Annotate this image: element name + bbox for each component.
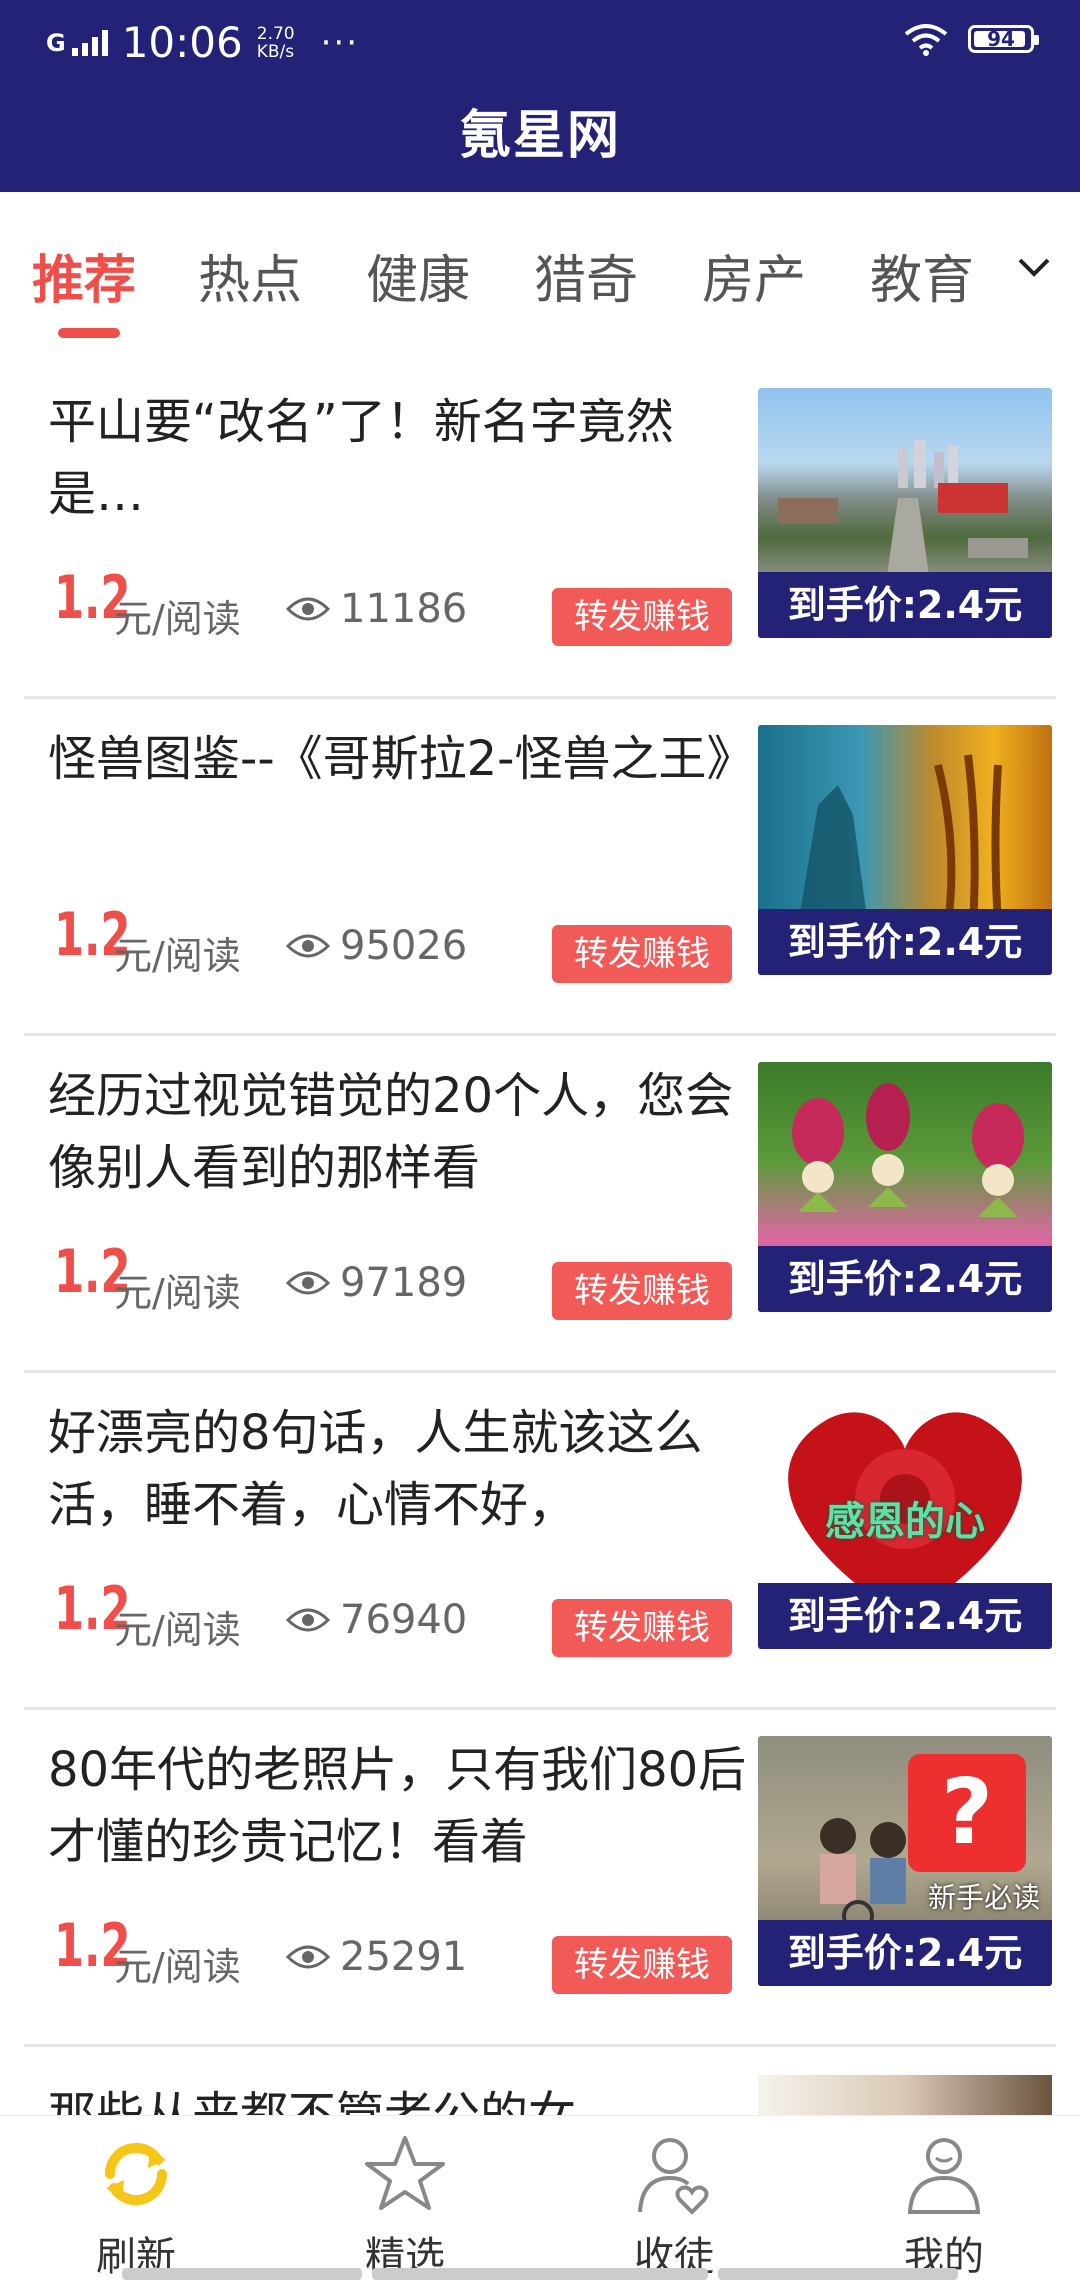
bottom-navigation: 刷新 精选 收徒 我的 <box>0 2115 1080 2281</box>
gesture-bar <box>718 2268 958 2280</box>
share-earn-button[interactable]: 转发赚钱 <box>552 1262 732 1320</box>
clock: 10:06 <box>121 18 243 67</box>
newbie-guide-label[interactable]: 新手必读 <box>928 1876 1040 1916</box>
view-count-value: 76940 <box>340 1597 468 1643</box>
thumbnail-caption: 感恩的心 <box>825 1499 985 1545</box>
tab-hot[interactable]: 热点 <box>198 238 302 313</box>
nav-mine[interactable]: 我的 <box>864 2124 1024 2282</box>
view-count: 25291 <box>286 1934 467 1980</box>
share-earn-button[interactable]: 转发赚钱 <box>552 1936 732 1994</box>
help-badge-icon[interactable]: ? <box>908 1754 1026 1872</box>
user-heart-icon <box>594 2124 754 2224</box>
price-unit: 元/阅读 <box>114 597 241 641</box>
network-speed: 2.70 KB/s <box>257 25 295 61</box>
article-thumbnail[interactable]: 到手价:2.4元 <box>758 725 1052 975</box>
refresh-icon <box>56 2124 216 2224</box>
tab-real-estate[interactable]: 房产 <box>702 238 806 313</box>
share-earn-button[interactable]: 转发赚钱 <box>552 1599 732 1657</box>
tab-education[interactable]: 教育 <box>870 238 974 313</box>
article-thumbnail[interactable]: 感恩的心 到手价:2.4元 <box>758 1399 1052 1649</box>
article-thumbnail[interactable]: ? 新手必读 到手价:2.4元 <box>758 1736 1052 1986</box>
article-title[interactable]: 平山要“改名”了！新名字竟然是… <box>48 386 748 530</box>
star-icon <box>325 2124 485 2224</box>
app-header: 氪星网 <box>0 88 1080 192</box>
share-earn-button[interactable]: 转发赚钱 <box>552 925 732 983</box>
user-icon <box>864 2124 1024 2224</box>
status-bar: G 10:06 2.70 KB/s ··· 94 <box>0 0 1080 88</box>
nav-featured[interactable]: 精选 <box>325 2124 485 2282</box>
signal-icon <box>71 29 108 56</box>
nav-recruit[interactable]: 收徒 <box>594 2124 754 2282</box>
eye-icon <box>286 597 330 621</box>
article-item[interactable]: 好漂亮的8句话，人生就该这么活，睡不着，心情不好， 1.2 元/阅读 76940… <box>24 1373 1056 1710</box>
article-title[interactable]: 80年代的老照片，只有我们80后才懂的珍贵记忆！看着 <box>48 1734 748 1878</box>
net-price-tag: 到手价:2.4元 <box>758 572 1052 638</box>
article-title[interactable]: 好漂亮的8句话，人生就该这么活，睡不着，心情不好， <box>48 1397 748 1541</box>
tab-health[interactable]: 健康 <box>366 238 470 313</box>
net-price-tag: 到手价:2.4元 <box>758 909 1052 975</box>
article-item-partial[interactable]: 那些从来都不管老公的女 <box>24 2075 1056 2115</box>
net-price-tag: 到手价:2.4元 <box>758 1920 1052 1986</box>
price-unit: 元/阅读 <box>114 1271 241 1315</box>
article-item[interactable]: 怪兽图鉴--《哥斯拉2-怪兽之王》 1.2 元/阅读 95026 转发赚钱 到手… <box>24 699 1056 1036</box>
article-thumbnail[interactable]: 到手价:2.4元 <box>758 1062 1052 1312</box>
eye-icon <box>286 1608 330 1632</box>
network-speed-value: 2.70 <box>256 23 295 44</box>
tab-recommend[interactable]: 推荐 <box>32 238 136 313</box>
price-unit: 元/阅读 <box>114 1945 241 1989</box>
article-title[interactable]: 那些从来都不管老公的女 <box>48 2075 576 2115</box>
chevron-down-icon[interactable] <box>1016 256 1052 280</box>
view-count-value: 11186 <box>340 586 468 632</box>
app-title: 氪星网 <box>458 106 621 166</box>
battery-icon: 94 <box>968 25 1039 53</box>
price-unit: 元/阅读 <box>114 934 241 978</box>
more-notifications: ··· <box>320 22 360 63</box>
active-tab-indicator <box>58 328 120 338</box>
status-right: 94 <box>904 22 1039 56</box>
price-unit: 元/阅读 <box>114 1608 241 1652</box>
article-item[interactable]: 经历过视觉错觉的20个人，您会像别人看到的那样看 1.2 元/阅读 97189 … <box>24 1036 1056 1373</box>
gesture-bar <box>122 2268 362 2280</box>
battery-level: 94 <box>987 27 1015 51</box>
gesture-bar <box>372 2268 708 2280</box>
net-price-tag: 到手价:2.4元 <box>758 1583 1052 1649</box>
eye-icon <box>286 934 330 958</box>
status-left: G 10:06 2.70 KB/s ··· <box>46 18 359 67</box>
net-price-tag: 到手价:2.4元 <box>758 1246 1052 1312</box>
view-count-value: 97189 <box>340 1260 468 1306</box>
share-earn-button[interactable]: 转发赚钱 <box>552 588 732 646</box>
article-thumbnail[interactable]: 到手价:2.4元 <box>758 388 1052 638</box>
view-count-value: 25291 <box>340 1934 468 1980</box>
article-thumbnail[interactable] <box>758 2075 1052 2115</box>
network-speed-unit: KB/s <box>256 41 295 62</box>
eye-icon <box>286 1271 330 1295</box>
view-count: 11186 <box>286 586 467 632</box>
article-title[interactable]: 经历过视觉错觉的20个人，您会像别人看到的那样看 <box>48 1060 748 1204</box>
view-count-value: 95026 <box>340 923 468 969</box>
view-count: 97189 <box>286 1260 467 1306</box>
view-count: 95026 <box>286 923 467 969</box>
eye-icon <box>286 1945 330 1969</box>
tab-curiosity[interactable]: 猎奇 <box>534 238 638 313</box>
nav-refresh[interactable]: 刷新 <box>56 2124 216 2282</box>
article-item[interactable]: 平山要“改名”了！新名字竟然是… 1.2 元/阅读 11186 转发赚钱 到手价… <box>24 362 1056 699</box>
article-item[interactable]: 80年代的老照片，只有我们80后才懂的珍贵记忆！看着 1.2 元/阅读 2529… <box>24 1710 1056 2047</box>
category-tabs: 推荐 热点 健康 猎奇 房产 教育 <box>0 192 1080 348</box>
article-title[interactable]: 怪兽图鉴--《哥斯拉2-怪兽之王》 <box>48 723 755 795</box>
wifi-icon <box>904 24 948 56</box>
view-count: 76940 <box>286 1597 467 1643</box>
signal-type: G <box>46 28 66 57</box>
article-feed: 平山要“改名”了！新名字竟然是… 1.2 元/阅读 11186 转发赚钱 到手价… <box>24 362 1056 2047</box>
